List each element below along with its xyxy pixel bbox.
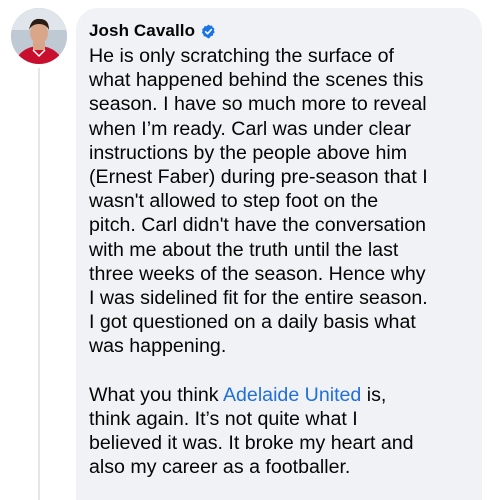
comment-line: instructions by the people above him — [89, 141, 408, 164]
comment-paragraph-2: What you think Adelaide United is, think … — [89, 383, 470, 480]
comment-line: also my career as a footballer. — [89, 456, 351, 479]
avatar[interactable] — [11, 8, 67, 64]
comment-line: wasn't allowed to step foot on the — [89, 190, 379, 213]
comment-line: season. I have so much more to reveal — [89, 93, 427, 116]
comment-line: What you think Adelaide United is, — [89, 383, 470, 407]
comment-line: three weeks of the season. Hence why — [89, 262, 426, 285]
comment-paragraph-1: He is only scratching the surface of what… — [89, 44, 470, 359]
comment-thread: Josh Cavallo He is only scratching the s… — [0, 0, 487, 500]
comment-line: with me about the truth until the last — [89, 238, 399, 261]
author-name[interactable]: Josh Cavallo — [89, 21, 195, 41]
comment-line: I was sidelined fit for the entire seaso… — [89, 287, 428, 310]
text-fragment: What you think — [89, 383, 223, 406]
comment-line: (Ernest Faber) during pre-season that I — [89, 166, 428, 189]
comment-line: He is only scratching the surface of — [89, 45, 394, 67]
comment-line: was happening. — [89, 335, 227, 358]
comment-line: think again. It’s not quite what I — [89, 408, 358, 431]
thread-connector-line — [38, 68, 40, 500]
text-fragment: is, — [361, 383, 387, 406]
comment-line: when I’m ready. Carl was under clear — [89, 117, 411, 140]
comment-line: I got questioned on a daily basis what — [89, 311, 416, 334]
profile-photo — [11, 8, 67, 64]
verified-badge-icon — [201, 24, 216, 39]
comment-bubble: Josh Cavallo He is only scratching the s… — [76, 8, 482, 500]
comment-header: Josh Cavallo — [89, 20, 470, 42]
comment-line: believed it was. It broke my heart and — [89, 432, 414, 455]
comment-body: He is only scratching the surface of what… — [89, 44, 470, 480]
adelaide-united-link[interactable]: Adelaide United — [223, 384, 361, 406]
comment-line: pitch. Carl didn't have the conversation — [89, 214, 427, 237]
comment-line: what happened behind the scenes this — [89, 69, 424, 92]
